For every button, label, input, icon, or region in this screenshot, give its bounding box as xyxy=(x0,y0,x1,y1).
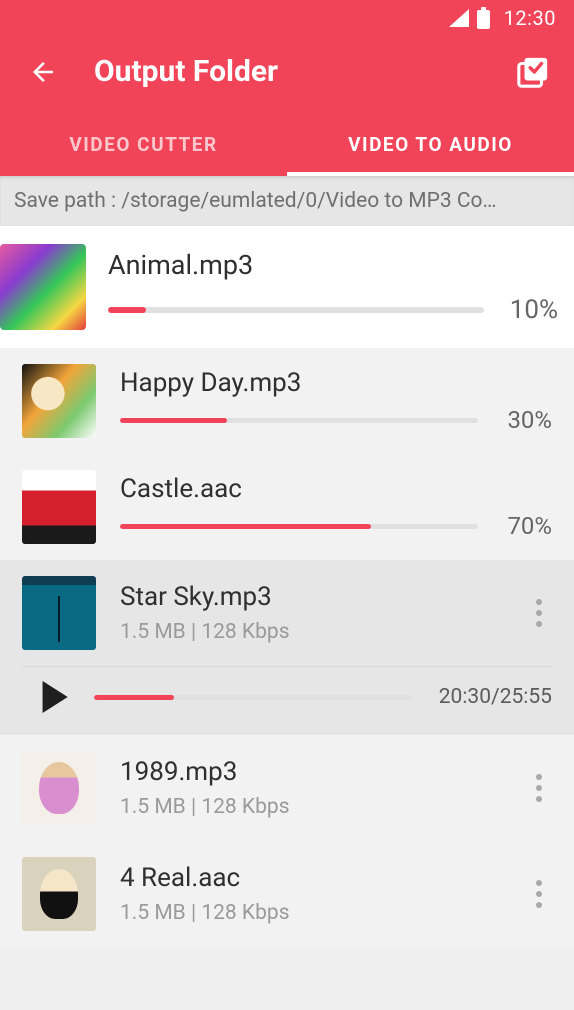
more-icon[interactable] xyxy=(526,768,552,808)
progress-percent: 30% xyxy=(496,406,552,434)
page-title: Output Folder xyxy=(94,54,480,89)
featured-item[interactable]: Animal.mp3 10% xyxy=(0,226,574,348)
app-header: 12:30 Output Folder VIDEO CUTTER VIDEO T… xyxy=(0,0,574,176)
list-item[interactable]: 1989.mp3 1.5 MB | 128 Kbps xyxy=(0,735,574,841)
list-item[interactable]: Castle.aac 70% xyxy=(0,454,574,560)
playback-bar[interactable] xyxy=(94,695,413,700)
progress-percent: 70% xyxy=(496,512,552,540)
track-meta: 1.5 MB | 128 Kbps xyxy=(120,901,502,925)
back-icon[interactable] xyxy=(28,57,58,87)
track-name: 4 Real.aac xyxy=(120,863,502,893)
list-item[interactable]: Happy Day.mp3 30% xyxy=(0,348,574,454)
signal-icon xyxy=(449,9,469,27)
progress-bar xyxy=(120,418,478,423)
album-art xyxy=(22,470,96,544)
list-item[interactable]: 4 Real.aac 1.5 MB | 128 Kbps xyxy=(0,841,574,947)
list-item-selected: Star Sky.mp3 1.5 MB | 128 Kbps 20:30/25:… xyxy=(0,560,574,735)
tab-video-cutter[interactable]: VIDEO CUTTER xyxy=(0,115,287,176)
battery-icon xyxy=(477,7,490,29)
album-art xyxy=(22,576,96,650)
tab-bar: VIDEO CUTTER VIDEO TO AUDIO xyxy=(0,115,574,176)
clock-text: 12:30 xyxy=(504,6,556,30)
track-meta: 1.5 MB | 128 Kbps xyxy=(120,795,502,819)
album-art xyxy=(0,244,86,330)
save-path-text: Save path : /storage/eumlated/0/Video to… xyxy=(0,176,574,226)
track-name: Castle.aac xyxy=(120,474,552,504)
select-all-icon[interactable] xyxy=(516,55,550,89)
track-list: Happy Day.mp3 30% Castle.aac 70% Star Sk… xyxy=(0,348,574,947)
progress-bar xyxy=(108,307,484,313)
time-label: 20:30/25:55 xyxy=(439,685,552,709)
list-item[interactable]: Star Sky.mp3 1.5 MB | 128 Kbps xyxy=(0,560,574,666)
play-icon[interactable] xyxy=(40,681,68,713)
progress-percent: 10% xyxy=(502,295,558,325)
track-meta: 1.5 MB | 128 Kbps xyxy=(120,620,502,644)
track-name: Happy Day.mp3 xyxy=(120,368,552,398)
track-name: 1989.mp3 xyxy=(120,757,502,787)
track-name: Animal.mp3 xyxy=(108,249,558,281)
player-controls: 20:30/25:55 xyxy=(0,667,574,735)
track-name: Star Sky.mp3 xyxy=(120,582,502,612)
tab-video-to-audio[interactable]: VIDEO TO AUDIO xyxy=(287,115,574,176)
album-art xyxy=(22,751,96,825)
more-icon[interactable] xyxy=(526,874,552,914)
progress-bar xyxy=(120,524,478,529)
more-icon[interactable] xyxy=(526,593,552,633)
status-bar: 12:30 xyxy=(0,0,574,36)
album-art xyxy=(22,857,96,931)
album-art xyxy=(22,364,96,438)
